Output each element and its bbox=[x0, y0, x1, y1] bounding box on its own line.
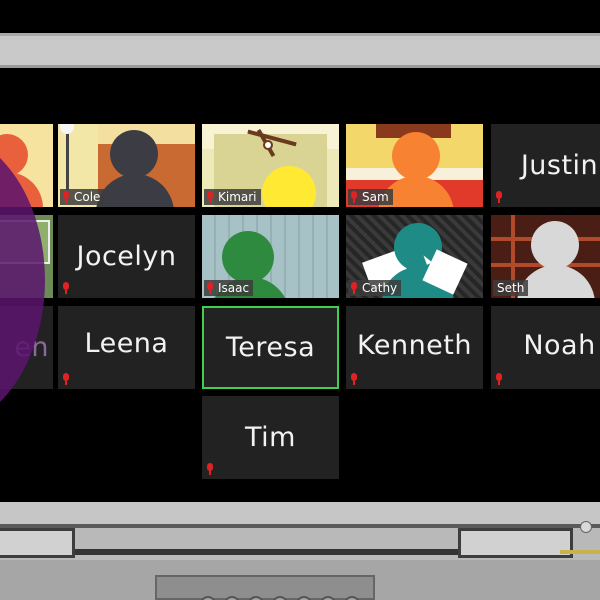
hinge-left bbox=[0, 528, 75, 558]
participant-tile-cathy[interactable]: Cathy bbox=[346, 215, 483, 298]
hinge-right bbox=[458, 528, 573, 558]
avatar bbox=[531, 221, 579, 269]
keyboard-strip bbox=[155, 575, 375, 600]
participant-label: Isaac bbox=[204, 280, 254, 296]
participant-tile-justin[interactable]: Justin bbox=[491, 124, 600, 207]
mic-muted-icon bbox=[206, 463, 214, 475]
participant-name: Jocelyn bbox=[76, 241, 177, 272]
participant-tile-sam[interactable]: Sam bbox=[346, 124, 483, 207]
ceiling-fan-icon bbox=[263, 140, 273, 150]
avatar bbox=[110, 130, 158, 178]
participant-tile-kimari[interactable]: Kimari bbox=[202, 124, 339, 207]
participant-name: Kenneth bbox=[356, 330, 472, 361]
participant-tile-cole[interactable]: Cole bbox=[58, 124, 195, 207]
participant-label: Cole bbox=[60, 189, 105, 205]
participant-name: Kimari bbox=[218, 190, 257, 204]
power-led bbox=[580, 521, 592, 533]
mic-muted-icon bbox=[206, 191, 214, 203]
participant-name: Cole bbox=[74, 190, 101, 204]
hinge-bar bbox=[75, 549, 458, 555]
corner-trim bbox=[560, 550, 600, 554]
participant-name: Noah bbox=[523, 330, 596, 361]
participant-label: Kimari bbox=[204, 189, 261, 205]
avatar-body bbox=[96, 174, 174, 207]
mic-muted-icon bbox=[350, 282, 358, 294]
mic-muted-icon bbox=[62, 191, 70, 203]
participant-name: Justin bbox=[520, 150, 599, 181]
mic-muted-icon bbox=[350, 191, 358, 203]
laptop-lid-strip bbox=[0, 33, 600, 68]
participant-tile-noah[interactable]: Noah bbox=[491, 306, 600, 389]
participant-tile-kenneth[interactable]: Kenneth bbox=[346, 306, 483, 389]
participant-name: Cathy bbox=[362, 281, 398, 295]
avatar bbox=[222, 231, 274, 283]
avatar-body bbox=[517, 265, 595, 298]
participant-name: Sam bbox=[362, 190, 389, 204]
participant-name: Leena bbox=[84, 328, 169, 359]
participant-name: Isaac bbox=[218, 281, 250, 295]
participant-name: Teresa bbox=[225, 332, 316, 363]
lamp-stand bbox=[66, 130, 69, 190]
mic-muted-icon bbox=[62, 373, 70, 385]
participant-label: Seth bbox=[493, 280, 529, 296]
participant-tile-leena[interactable]: Leena bbox=[58, 306, 195, 389]
participant-label: Sam bbox=[348, 189, 393, 205]
mic-muted-icon bbox=[495, 191, 503, 203]
participant-tile-seth[interactable]: Seth bbox=[491, 215, 600, 298]
participant-tile-jocelyn[interactable]: Jocelyn bbox=[58, 215, 195, 298]
participant-tile-isaac[interactable]: Isaac bbox=[202, 215, 339, 298]
participant-name: Tim bbox=[245, 422, 296, 453]
laptop-ledge bbox=[0, 502, 600, 528]
participant-name: Seth bbox=[497, 281, 525, 295]
participant-tile-teresa[interactable]: Teresa bbox=[202, 306, 339, 389]
participant-label: Cathy bbox=[348, 280, 402, 296]
avatar bbox=[392, 132, 440, 180]
game-scene: Cole Kimari Sam Justin Jocelyn Isaac Cat… bbox=[0, 0, 600, 600]
mic-muted-icon bbox=[206, 282, 214, 294]
mic-muted-icon bbox=[495, 373, 503, 385]
participant-tile-tim[interactable]: Tim bbox=[202, 396, 339, 479]
mic-muted-icon bbox=[350, 373, 358, 385]
mic-muted-icon bbox=[62, 282, 70, 294]
